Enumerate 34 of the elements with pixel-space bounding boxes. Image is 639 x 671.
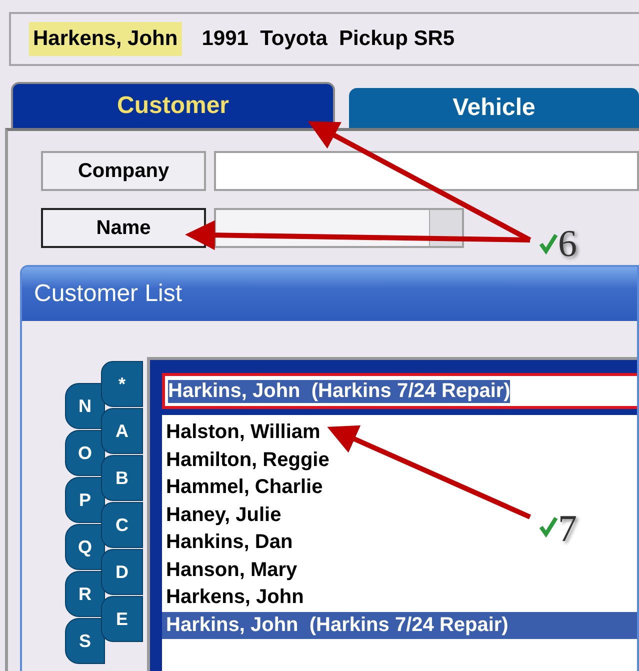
- company-button[interactable]: Company: [41, 151, 206, 191]
- list-item[interactable]: Harkens, John: [162, 584, 304, 612]
- list-item[interactable]: Hankins, Dan: [162, 529, 293, 556]
- dialog-title: Customer List: [34, 280, 182, 308]
- customer-name: Harkens, John: [29, 22, 182, 56]
- letter-tab[interactable]: B: [101, 455, 143, 501]
- list-item[interactable]: Halston, William: [162, 419, 320, 446]
- list-item[interactable]: Haney, Julie: [162, 502, 282, 529]
- letter-tab[interactable]: E: [101, 596, 143, 642]
- letter-tab[interactable]: D: [101, 549, 143, 595]
- search-text: Harkins, John (Harkins 7/24 Repair): [168, 380, 510, 402]
- list-item[interactable]: Hammel, Charlie: [162, 474, 323, 502]
- letter-tab[interactable]: *: [101, 361, 143, 407]
- check-icon: [539, 516, 558, 538]
- search-field[interactable]: Harkins, John (Harkins 7/24 Repair): [162, 373, 637, 409]
- list-item[interactable]: Hanson, Mary: [162, 556, 298, 584]
- letter-tab[interactable]: S: [65, 618, 105, 664]
- letter-tab[interactable]: N: [65, 383, 105, 429]
- letter-tab[interactable]: Q: [65, 524, 105, 570]
- step-number: 6: [558, 222, 577, 266]
- letter-tab[interactable]: R: [65, 571, 105, 617]
- letter-tab[interactable]: C: [101, 502, 143, 548]
- tab[interactable]: Customer: [11, 82, 335, 128]
- name-button[interactable]: Name: [41, 208, 206, 248]
- list-item[interactable]: Harkins, John (Harkins 7/24 Repair): [162, 612, 637, 639]
- vehicle-description: 1991 Toyota Pickup SR5: [202, 27, 455, 51]
- letter-tab[interactable]: A: [101, 408, 143, 454]
- step-number: 7: [558, 507, 577, 551]
- letter-tab[interactable]: P: [65, 477, 105, 523]
- letter-tab[interactable]: O: [65, 430, 105, 476]
- tab[interactable]: Vehicle: [349, 88, 639, 128]
- company-field[interactable]: [214, 151, 639, 191]
- check-icon: [539, 234, 558, 255]
- list-item[interactable]: Hamilton, Reggie: [162, 446, 330, 474]
